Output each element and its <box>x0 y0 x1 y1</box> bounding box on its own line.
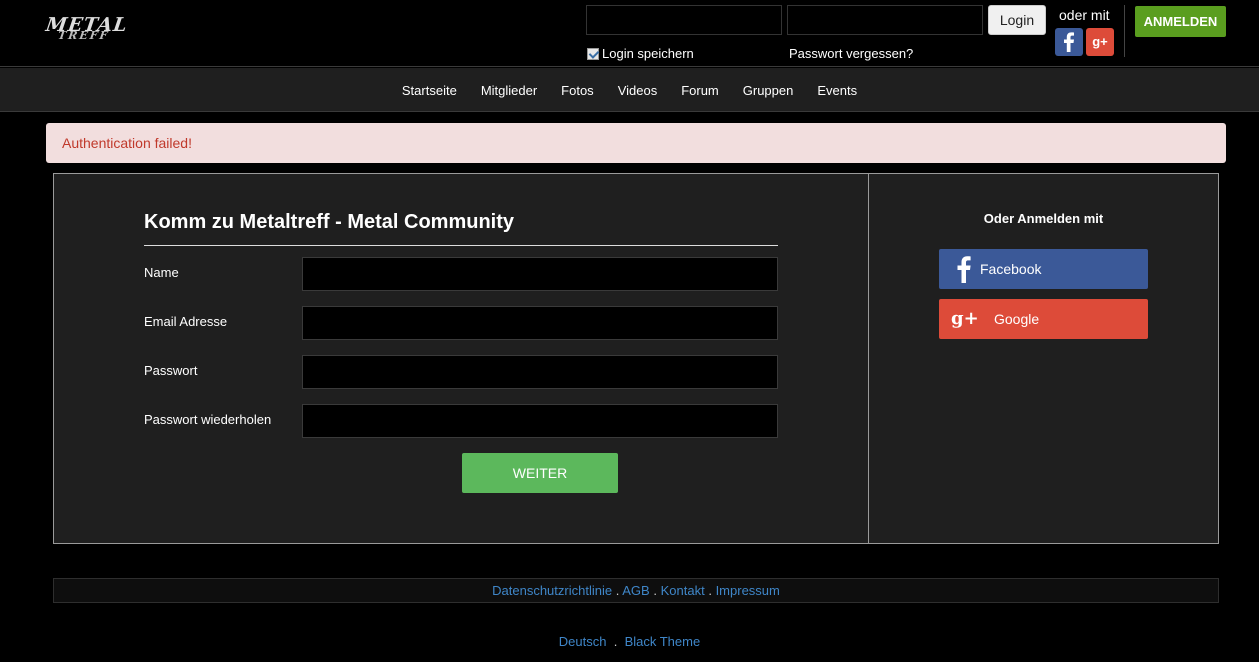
footer-separator: . <box>708 583 712 598</box>
language-link[interactable]: Deutsch <box>559 634 607 649</box>
footer-separator: . <box>613 634 618 649</box>
nav-item-startseite[interactable]: Startseite <box>390 83 469 98</box>
password-repeat-label: Passwort wiederholen <box>144 412 272 427</box>
name-label: Name <box>144 265 179 280</box>
google-signup-button[interactable]: g+ Google <box>939 299 1148 339</box>
theme-link[interactable]: Black Theme <box>625 634 701 649</box>
registration-title: Komm zu Metaltreff - Metal Community <box>144 211 515 233</box>
login-username-input[interactable] <box>586 5 782 35</box>
google-plus-icon: g+ <box>951 308 979 329</box>
remember-login-label: Login speichern <box>602 46 694 61</box>
remember-login-checkbox[interactable] <box>587 47 599 60</box>
footer-link-kontakt[interactable]: Kontakt <box>661 583 705 598</box>
nav-item-mitglieder[interactable]: Mitglieder <box>469 83 549 98</box>
weiter-button[interactable]: WEITER <box>462 453 618 493</box>
login-password-input[interactable] <box>787 5 983 35</box>
panel-divider <box>868 173 869 544</box>
nav-item-videos[interactable]: Videos <box>606 83 670 98</box>
footer-separator: . <box>653 583 657 598</box>
facebook-signup-button[interactable]: Facebook <box>939 249 1148 289</box>
footer-link-impressum[interactable]: Impressum <box>716 583 780 598</box>
password-label: Passwort <box>144 363 198 378</box>
footer-link-agb[interactable]: AGB <box>622 583 649 598</box>
oder-mit-label: oder mit <box>1059 7 1110 23</box>
footer-separator: . <box>615 583 620 598</box>
footer-links: Datenschutzrichtlinie . AGB . Kontakt . … <box>53 578 1219 603</box>
password-input[interactable] <box>302 355 778 389</box>
nav-item-fotos[interactable]: Fotos <box>549 83 606 98</box>
email-label: Email Adresse <box>144 314 228 329</box>
nav-item-events[interactable]: Events <box>805 83 869 98</box>
login-button[interactable]: Login <box>988 5 1046 35</box>
password-repeat-input[interactable] <box>302 404 778 438</box>
name-input[interactable] <box>302 257 778 291</box>
title-underline <box>144 245 778 246</box>
remember-login[interactable]: Login speichern <box>587 46 694 61</box>
footer-settings: Deutsch . Black Theme <box>0 634 1259 649</box>
anmelden-button[interactable]: ANMELDEN <box>1135 6 1226 37</box>
footer-link-datenschutz[interactable]: Datenschutzrichtlinie <box>492 583 612 598</box>
email-input[interactable] <box>302 306 778 340</box>
social-login-title: Oder Anmelden mit <box>983 211 1104 226</box>
forgot-password-link[interactable]: Passwort vergessen? <box>789 46 913 61</box>
error-alert: Authentication failed! <box>46 123 1226 163</box>
google-login-icon[interactable]: g+ <box>1086 28 1114 56</box>
nav-items: Startseite Mitglieder Fotos Videos Forum… <box>0 68 1259 112</box>
nav-item-gruppen[interactable]: Gruppen <box>731 83 806 98</box>
logo-text-treff: TREFF <box>57 29 111 42</box>
facebook-icon <box>1064 32 1074 52</box>
nav-item-forum[interactable]: Forum <box>669 83 731 98</box>
main-navigation: Startseite Mitglieder Fotos Videos Forum… <box>0 68 1259 112</box>
site-header: METAL TREFF Login oder mit g+ ANMELDEN L… <box>0 0 1259 67</box>
google-plus-icon: g+ <box>1092 34 1108 49</box>
metaltreff-logo[interactable]: METAL TREFF <box>44 12 129 44</box>
header-divider <box>1124 5 1125 57</box>
facebook-login-icon[interactable] <box>1055 28 1083 56</box>
facebook-icon <box>957 256 971 283</box>
facebook-signup-label: Facebook <box>980 261 1042 277</box>
google-signup-label: Google <box>994 311 1040 327</box>
